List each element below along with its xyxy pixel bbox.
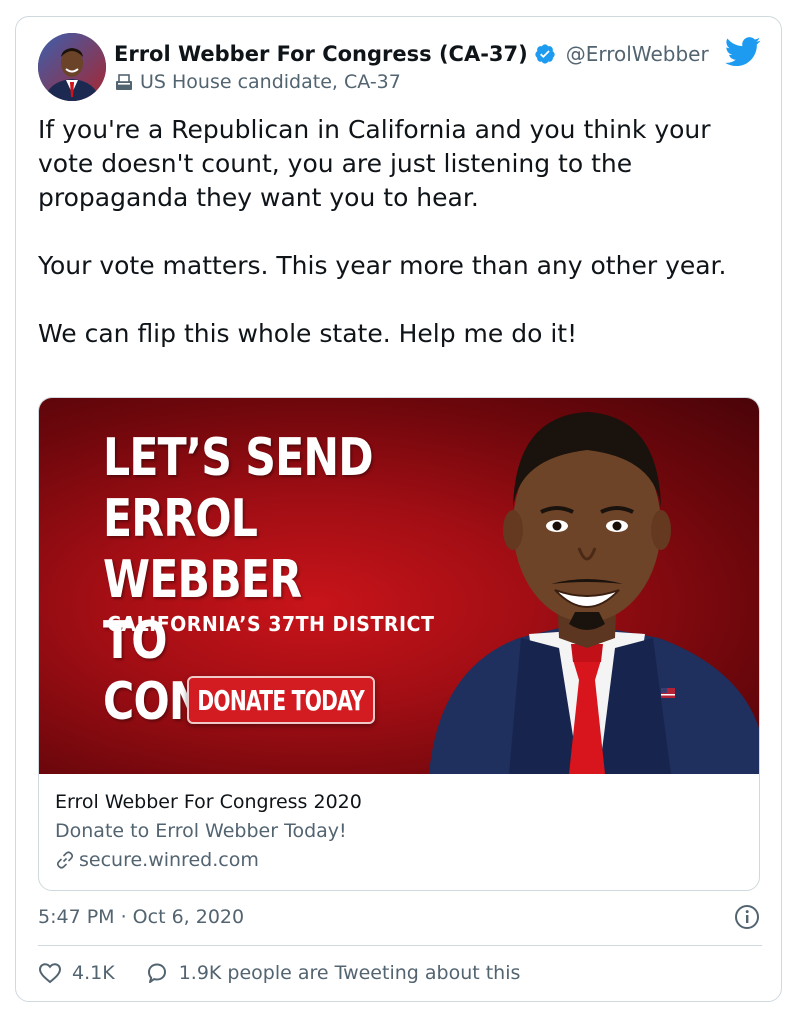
link-card-meta: Errol Webber For Congress 2020 Donate to… [55, 788, 745, 874]
twitter-bird-icon[interactable] [725, 37, 761, 67]
tweet-card: Errol Webber For Congress (CA-37) @Errol… [15, 16, 782, 1002]
link-card-domain: secure.winred.com [79, 849, 259, 871]
timestamp[interactable]: 5:47 PM · Oct 6, 2020 [38, 906, 244, 928]
label-text: US House candidate, CA-37 [140, 71, 401, 93]
link-preview-card[interactable]: LET’S SEND ERROL WEBBER TO CONGRESS! CAL… [38, 397, 760, 891]
link-card-description: Donate to Errol Webber Today! [55, 820, 347, 842]
info-icon[interactable] [734, 904, 760, 930]
divider [38, 945, 762, 946]
link-card-domain-row: secure.winred.com [55, 846, 745, 874]
conversation-text: 1.9K people are Tweeting about this [178, 962, 521, 984]
account-label: US House candidate, CA-37 [114, 69, 401, 95]
like-count: 4.1K [72, 962, 115, 984]
speech-bubble-icon[interactable] [145, 961, 169, 985]
tweet-text: If you're a Republican in California and… [38, 115, 727, 348]
timestamp-row: 5:47 PM · Oct 6, 2020 [38, 901, 762, 933]
like-action[interactable]: 4.1K [38, 961, 115, 985]
link-icon [55, 850, 75, 870]
ballot-box-icon [114, 72, 134, 92]
author-row: Errol Webber For Congress (CA-37) @Errol… [114, 39, 734, 69]
display-name[interactable]: Errol Webber For Congress (CA-37) [114, 42, 528, 66]
link-card-title: Errol Webber For Congress 2020 [55, 791, 362, 813]
banner-donate-badge: DONATE TODAY [187, 676, 375, 724]
avatar[interactable] [38, 33, 106, 101]
verified-badge-icon [534, 43, 556, 65]
heart-icon[interactable] [38, 961, 62, 985]
campaign-banner-image: LET’S SEND ERROL WEBBER TO CONGRESS! CAL… [39, 398, 759, 774]
tweet-actions: 4.1K 1.9K people are Tweeting about this [38, 957, 550, 989]
candidate-portrait [429, 412, 759, 774]
handle[interactable]: @ErrolWebber [566, 42, 709, 66]
conversation-action[interactable]: 1.9K people are Tweeting about this [145, 961, 521, 985]
